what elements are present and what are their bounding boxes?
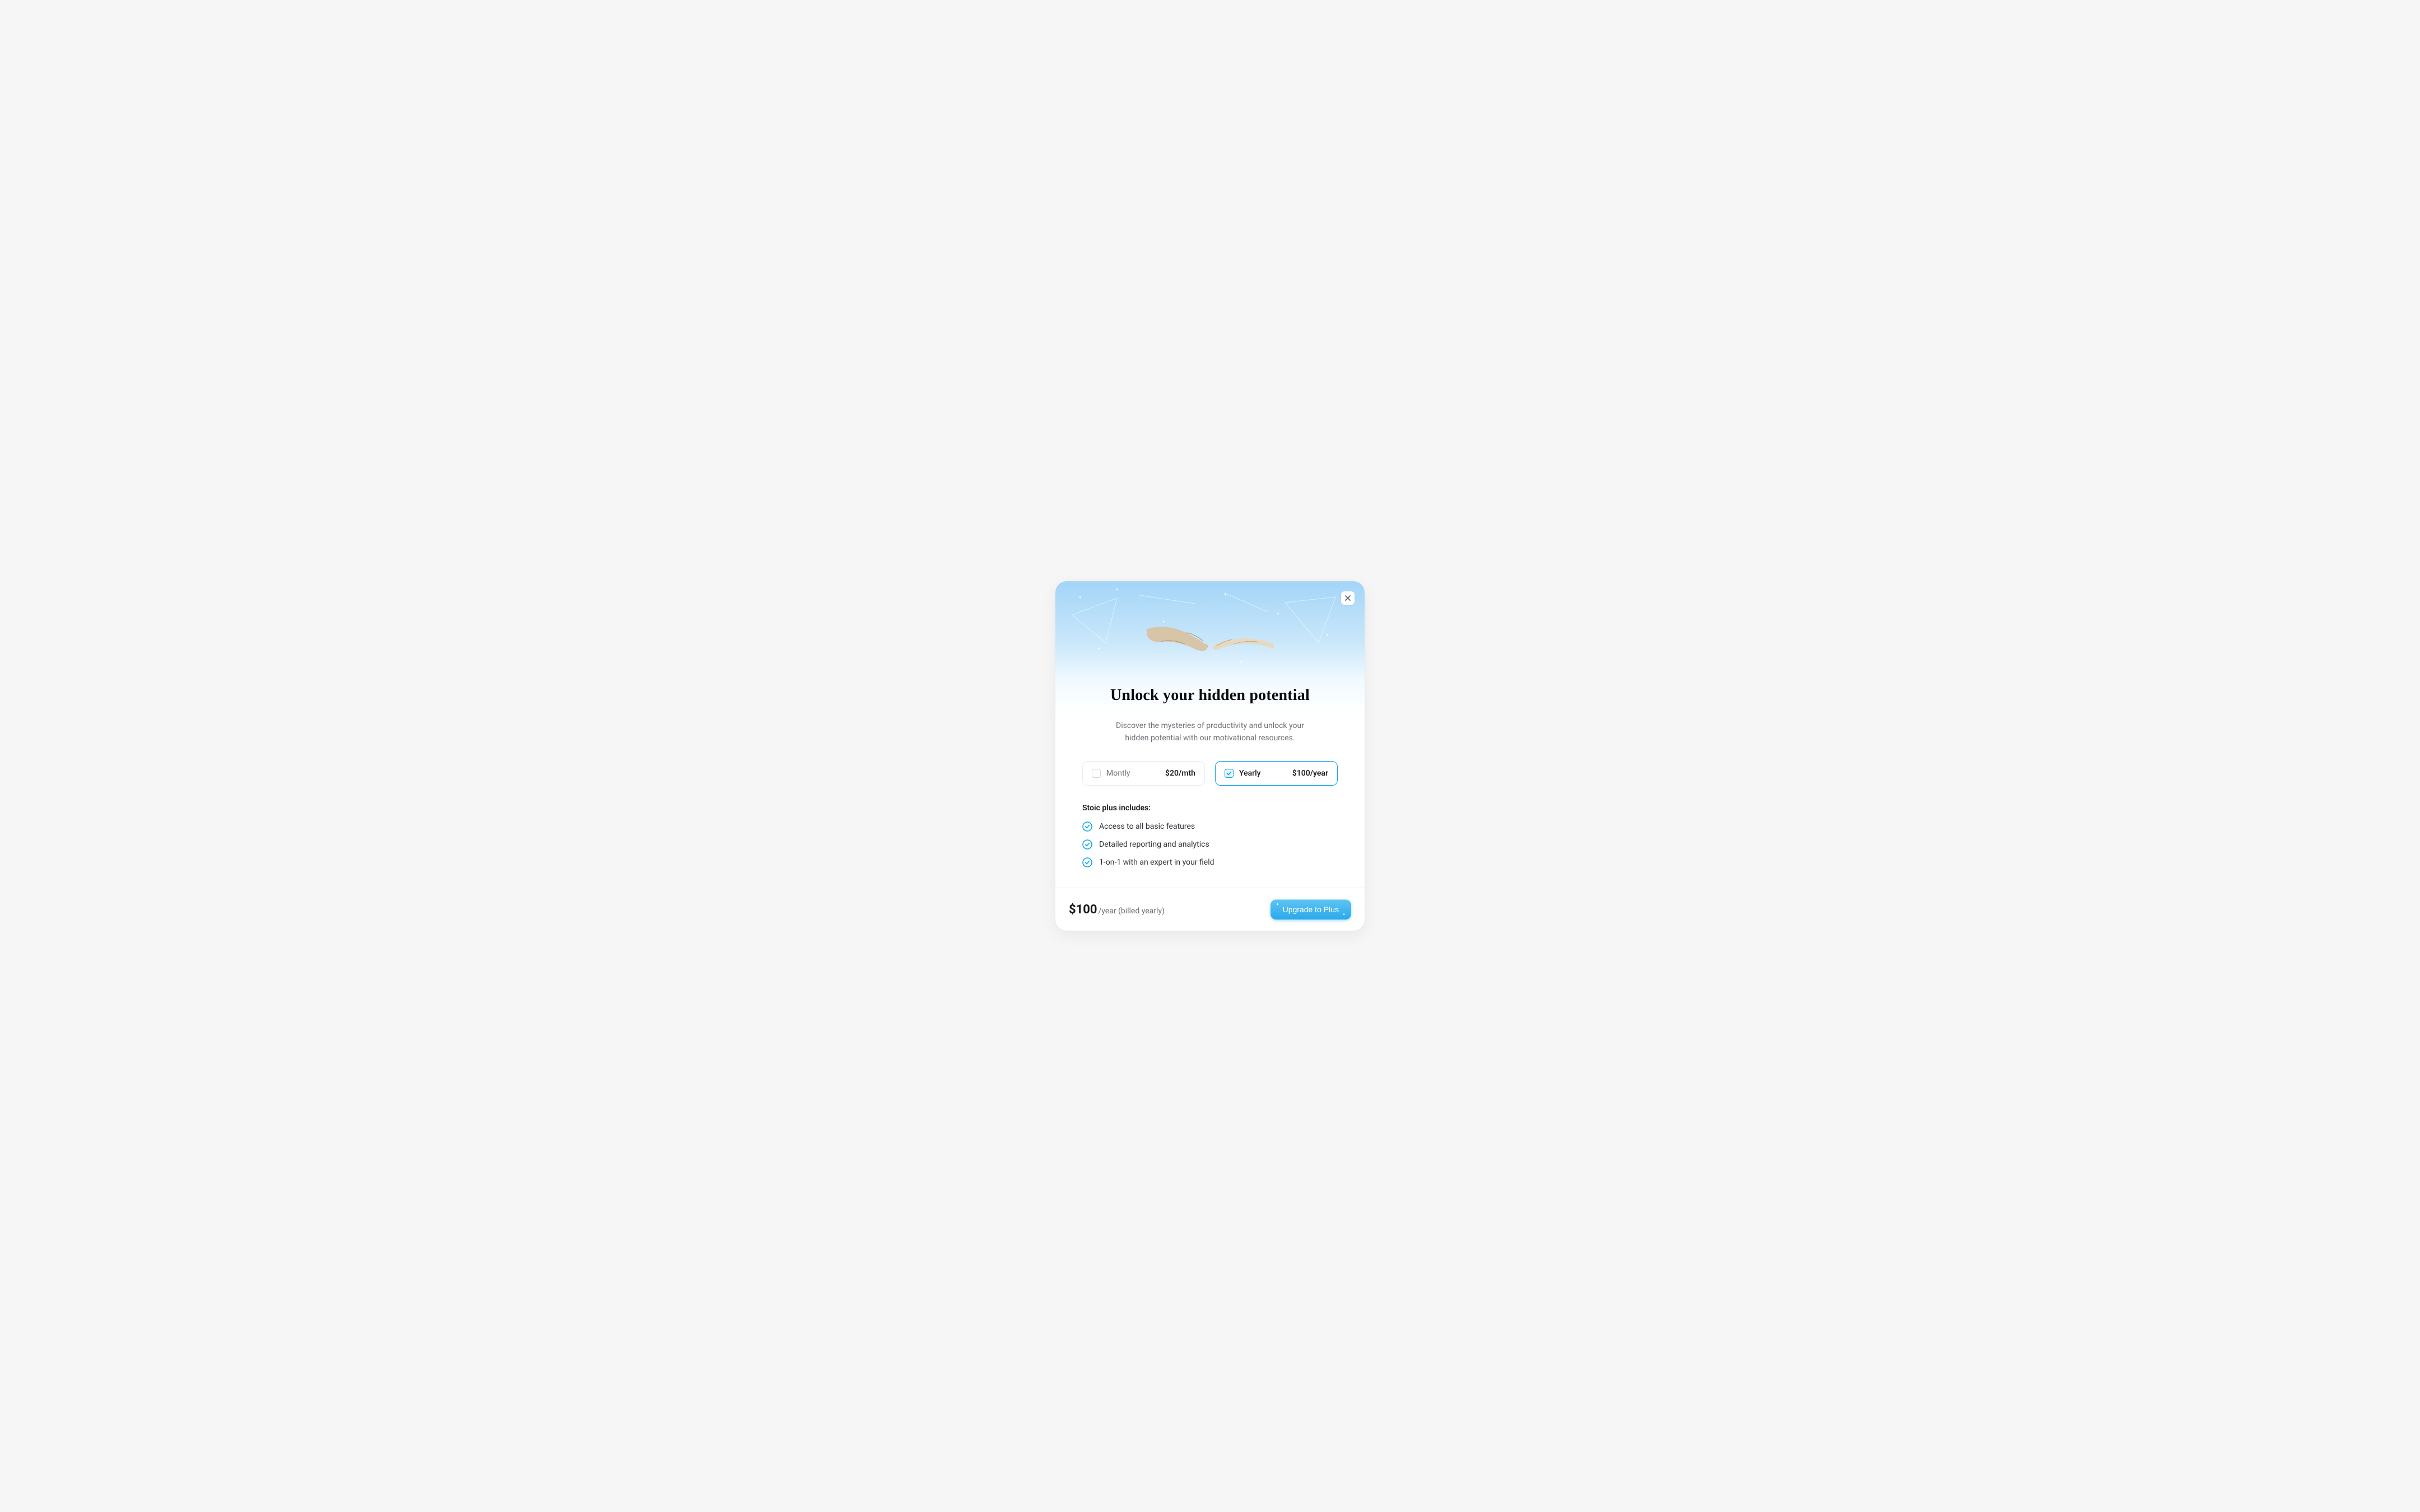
check-circle-icon (1082, 822, 1092, 832)
plan-monthly[interactable]: Montly $20/mth (1082, 761, 1205, 786)
plan-price: $100/year (1292, 769, 1328, 778)
footer-price: $100/year (billed yearly) (1069, 903, 1165, 917)
plan-yearly[interactable]: Yearly $100/year (1215, 761, 1338, 786)
checkbox-icon (1092, 769, 1101, 778)
feature-item: Detailed reporting and analytics (1082, 839, 1338, 850)
plan-selector: Montly $20/mth Yearly $100/year (1082, 761, 1338, 786)
includes-heading: Stoic plus includes: (1082, 804, 1338, 813)
close-button[interactable] (1341, 591, 1355, 605)
price-suffix: /year (billed yearly) (1099, 907, 1165, 916)
headline: Unlock your hidden potential (1055, 687, 1365, 704)
subheading: Discover the mysteries of productivity a… (1106, 720, 1314, 744)
hands-illustration (1146, 620, 1274, 665)
modal-body: Discover the mysteries of productivity a… (1055, 720, 1365, 888)
feature-list: Access to all basic features Detailed re… (1082, 822, 1338, 867)
feature-item: 1-on-1 with an expert in your field (1082, 857, 1338, 867)
close-icon (1345, 595, 1351, 601)
plan-label: Montly (1106, 769, 1130, 778)
plan-label: Yearly (1239, 769, 1261, 778)
modal-footer: $100/year (billed yearly) Upgrade to Plu… (1055, 888, 1365, 931)
price-amount: $100 (1069, 903, 1097, 917)
feature-text: Detailed reporting and analytics (1099, 840, 1209, 849)
check-circle-icon (1082, 857, 1092, 867)
feature-item: Access to all basic features (1082, 822, 1338, 832)
plan-price: $20/mth (1165, 769, 1195, 778)
upgrade-modal: Unlock your hidden potential Discover th… (1055, 581, 1365, 931)
check-circle-icon (1082, 839, 1092, 850)
upgrade-button-label: Upgrade to Plus (1283, 905, 1339, 914)
feature-text: 1-on-1 with an expert in your field (1099, 858, 1214, 867)
feature-text: Access to all basic features (1099, 822, 1195, 831)
hero-banner: Unlock your hidden potential (1055, 581, 1365, 716)
upgrade-button[interactable]: Upgrade to Plus (1270, 899, 1351, 920)
checkbox-icon (1225, 769, 1234, 778)
